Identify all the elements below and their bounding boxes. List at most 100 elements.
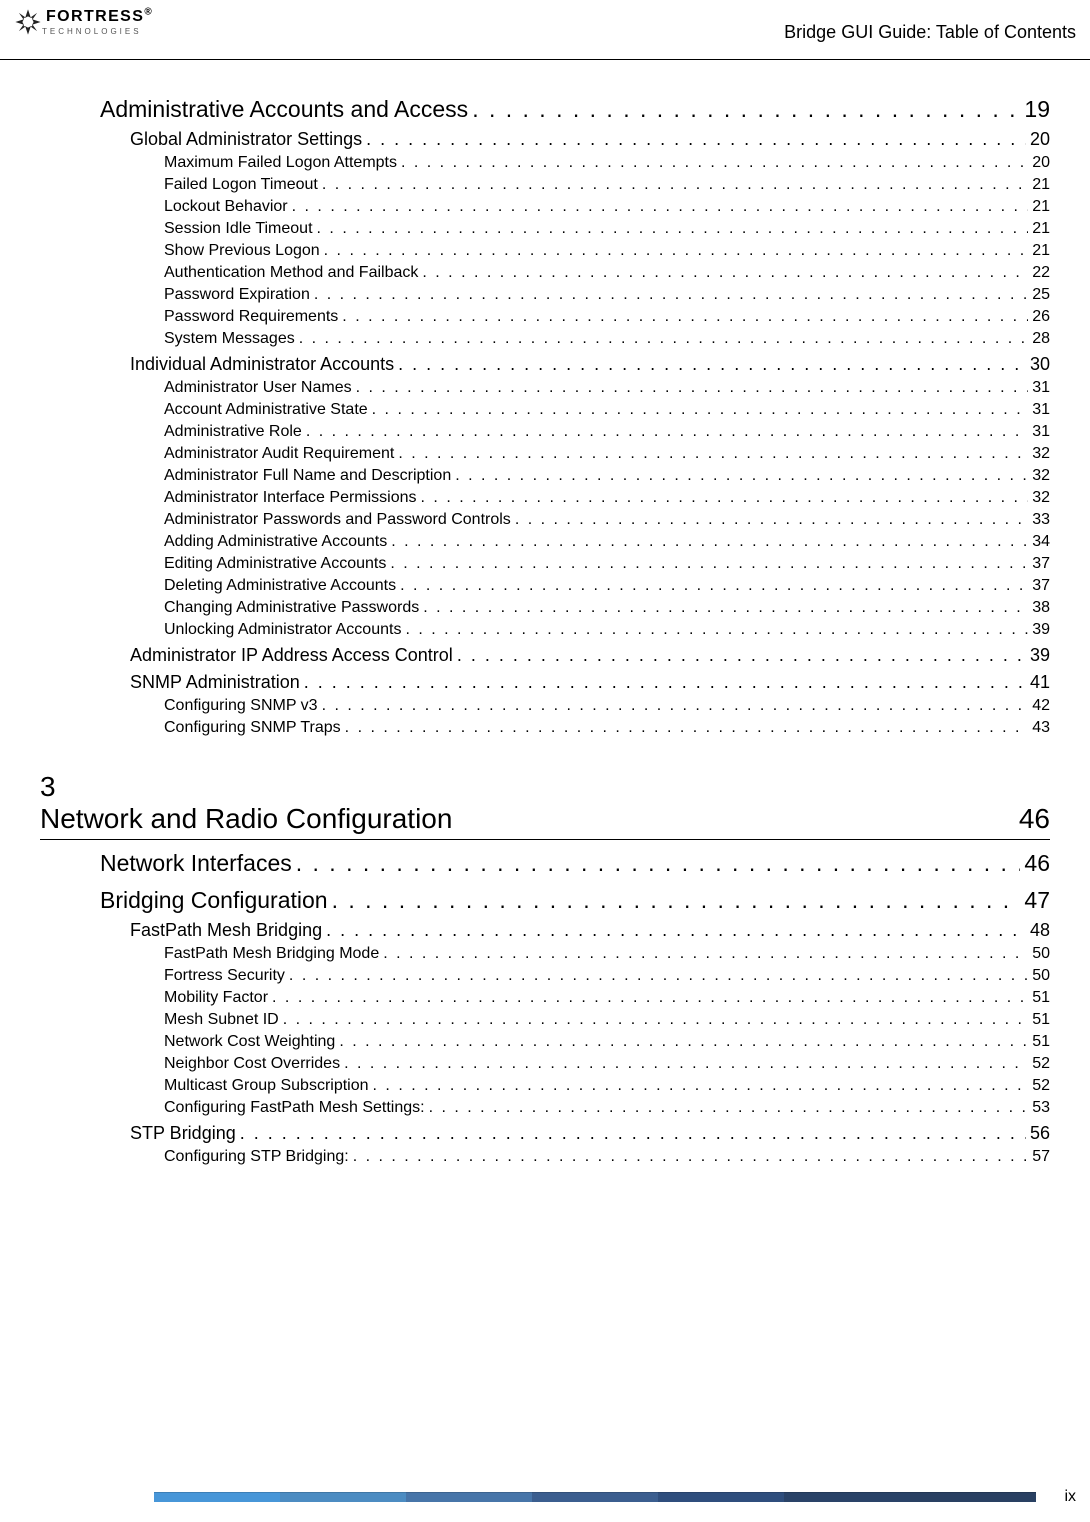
toc-entry[interactable]: Failed Logon Timeout . . . . . . . . . .…: [164, 172, 1050, 194]
toc-leader-dots: . . . . . . . . . . . . . . . . . . . . …: [322, 176, 1028, 194]
toc-entry-title: Neighbor Cost Overrides: [164, 1055, 340, 1073]
toc-entry-page: 43: [1032, 719, 1050, 737]
toc-entry[interactable]: Account Administrative State . . . . . .…: [164, 397, 1050, 419]
toc-entry-page: 52: [1032, 1055, 1050, 1073]
toc-leader-dots: . . . . . . . . . . . . . . . . . . . . …: [373, 1077, 1029, 1095]
toc-entry-page: 21: [1032, 198, 1050, 216]
toc-entry[interactable]: Global Administrator Settings . . . . . …: [130, 123, 1050, 150]
toc-entry-page: 21: [1032, 176, 1050, 194]
toc-entry-page: 32: [1032, 445, 1050, 463]
toc-entry-page: 51: [1032, 1033, 1050, 1051]
toc-entry-title: Administrative Role: [164, 423, 302, 441]
toc-entry[interactable]: Editing Administrative Accounts . . . . …: [164, 551, 1050, 573]
toc-entry[interactable]: Network Cost Weighting . . . . . . . . .…: [164, 1029, 1050, 1051]
toc-list: Network Interfaces . . . . . . . . . . .…: [40, 840, 1050, 1166]
toc-entry[interactable]: Bridging Configuration . . . . . . . . .…: [100, 877, 1050, 914]
toc-entry-title: FastPath Mesh Bridging Mode: [164, 945, 379, 963]
toc-entry-title: Mesh Subnet ID: [164, 1011, 279, 1029]
toc-entry-page: 57: [1032, 1148, 1050, 1166]
toc-entry[interactable]: Unlocking Administrator Accounts . . . .…: [164, 617, 1050, 639]
toc-entry-page: 31: [1032, 401, 1050, 419]
toc-entry[interactable]: Individual Administrator Accounts . . . …: [130, 348, 1050, 375]
toc-leader-dots: . . . . . . . . . . . . . . . . . . . . …: [292, 198, 1029, 216]
toc-entry[interactable]: Mobility Factor . . . . . . . . . . . . …: [164, 985, 1050, 1007]
toc-leader-dots: . . . . . . . . . . . . . . . . . . . . …: [283, 1011, 1028, 1029]
toc-leader-dots: . . . . . . . . . . . . . . . . . . . . …: [423, 599, 1028, 617]
toc-entry[interactable]: System Messages . . . . . . . . . . . . …: [164, 326, 1050, 348]
toc-leader-dots: . . . . . . . . . . . . . . . . . . . . …: [472, 96, 1020, 123]
toc-entry[interactable]: Network Interfaces . . . . . . . . . . .…: [100, 840, 1050, 877]
toc-entry-page: 48: [1030, 920, 1050, 941]
toc-entry[interactable]: Administrator Passwords and Password Con…: [164, 507, 1050, 529]
toc-entry-title: Configuring SNMP Traps: [164, 719, 341, 737]
footer-bar-segment: [658, 1492, 784, 1502]
toc-leader-dots: . . . . . . . . . . . . . . . . . . . . …: [240, 1123, 1026, 1144]
toc-entry[interactable]: Deleting Administrative Accounts . . . .…: [164, 573, 1050, 595]
toc-entry-page: 19: [1024, 96, 1050, 123]
toc-entry-title: Unlocking Administrator Accounts: [164, 621, 401, 639]
toc-entry-page: 42: [1032, 697, 1050, 715]
toc-leader-dots: . . . . . . . . . . . . . . . . . . . . …: [422, 264, 1028, 282]
toc-entry[interactable]: Administrative Role . . . . . . . . . . …: [164, 419, 1050, 441]
toc-entry[interactable]: Password Requirements . . . . . . . . . …: [164, 304, 1050, 326]
toc-entry-title: Mobility Factor: [164, 989, 268, 1007]
toc-entry[interactable]: FastPath Mesh Bridging Mode . . . . . . …: [164, 941, 1050, 963]
toc-leader-dots: . . . . . . . . . . . . . . . . . . . . …: [317, 220, 1029, 238]
toc-entry-page: 20: [1030, 129, 1050, 150]
toc-entry[interactable]: Configuring SNMP v3 . . . . . . . . . . …: [164, 693, 1050, 715]
toc-entry[interactable]: Administrator IP Address Access Control …: [130, 639, 1050, 666]
footer-bar-segment: [280, 1492, 406, 1502]
toc-entry[interactable]: STP Bridging . . . . . . . . . . . . . .…: [130, 1117, 1050, 1144]
page-header: FORTRESS® TECHNOLOGIES Bridge GUI Guide:…: [0, 0, 1090, 60]
toc-entry[interactable]: Lockout Behavior . . . . . . . . . . . .…: [164, 194, 1050, 216]
toc-entry[interactable]: Mesh Subnet ID . . . . . . . . . . . . .…: [164, 1007, 1050, 1029]
toc-leader-dots: . . . . . . . . . . . . . . . . . . . . …: [344, 1055, 1028, 1073]
toc-leader-dots: . . . . . . . . . . . . . . . . . . . . …: [289, 967, 1028, 985]
toc-leader-dots: . . . . . . . . . . . . . . . . . . . . …: [366, 129, 1026, 150]
toc-leader-dots: . . . . . . . . . . . . . . . . . . . . …: [353, 1148, 1029, 1166]
toc-entry[interactable]: Multicast Group Subscription . . . . . .…: [164, 1073, 1050, 1095]
toc-leader-dots: . . . . . . . . . . . . . . . . . . . . …: [306, 423, 1028, 441]
toc-entry-title: Configuring STP Bridging:: [164, 1148, 349, 1166]
toc-entry[interactable]: SNMP Administration . . . . . . . . . . …: [130, 666, 1050, 693]
toc-entry[interactable]: Authentication Method and Failback . . .…: [164, 260, 1050, 282]
toc-entry-title: Password Requirements: [164, 308, 338, 326]
toc-entry[interactable]: Administrator Interface Permissions . . …: [164, 485, 1050, 507]
toc-entry[interactable]: Configuring SNMP Traps . . . . . . . . .…: [164, 715, 1050, 737]
toc-entry-title: Administrative Accounts and Access: [100, 96, 468, 123]
toc-entry-page: 41: [1030, 672, 1050, 693]
toc-entry-page: 25: [1032, 286, 1050, 304]
toc-leader-dots: . . . . . . . . . . . . . . . . . . . . …: [391, 533, 1028, 551]
toc-entry[interactable]: Configuring STP Bridging: . . . . . . . …: [164, 1144, 1050, 1166]
toc-leader-dots: . . . . . . . . . . . . . . . . . . . . …: [356, 379, 1029, 397]
toc-entry[interactable]: Show Previous Logon . . . . . . . . . . …: [164, 238, 1050, 260]
toc-entry-title: Administrator User Names: [164, 379, 352, 397]
toc-entry[interactable]: Configuring FastPath Mesh Settings: . . …: [164, 1095, 1050, 1117]
toc-entry[interactable]: Administrator Audit Requirement . . . . …: [164, 441, 1050, 463]
toc-leader-dots: . . . . . . . . . . . . . . . . . . . . …: [322, 697, 1029, 715]
toc-entry[interactable]: FastPath Mesh Bridging . . . . . . . . .…: [130, 914, 1050, 941]
brand-subtitle: TECHNOLOGIES: [42, 27, 153, 36]
toc-leader-dots: . . . . . . . . . . . . . . . . . . . . …: [405, 621, 1028, 639]
toc-entry-title: Changing Administrative Passwords: [164, 599, 419, 617]
toc-entry-page: 21: [1032, 220, 1050, 238]
toc-entry[interactable]: Maximum Failed Logon Attempts . . . . . …: [164, 150, 1050, 172]
toc-entry[interactable]: Administrative Accounts and Access . . .…: [100, 86, 1050, 123]
toc-entry[interactable]: Adding Administrative Accounts . . . . .…: [164, 529, 1050, 551]
toc-entry-page: 33: [1032, 511, 1050, 529]
toc-leader-dots: . . . . . . . . . . . . . . . . . . . . …: [324, 242, 1029, 260]
toc-entry[interactable]: Administrator Full Name and Description …: [164, 463, 1050, 485]
toc-entry[interactable]: Session Idle Timeout . . . . . . . . . .…: [164, 216, 1050, 238]
toc-entry-title: Deleting Administrative Accounts: [164, 577, 396, 595]
toc-entry[interactable]: Fortress Security . . . . . . . . . . . …: [164, 963, 1050, 985]
toc-leader-dots: . . . . . . . . . . . . . . . . . . . . …: [383, 945, 1028, 963]
toc-entry[interactable]: Neighbor Cost Overrides . . . . . . . . …: [164, 1051, 1050, 1073]
toc-leader-dots: . . . . . . . . . . . . . . . . . . . . …: [398, 445, 1028, 463]
toc-content: Administrative Accounts and Access . . .…: [0, 60, 1090, 1166]
toc-entry[interactable]: Administrator User Names . . . . . . . .…: [164, 375, 1050, 397]
toc-entry[interactable]: Password Expiration . . . . . . . . . . …: [164, 282, 1050, 304]
toc-entry[interactable]: Changing Administrative Passwords . . . …: [164, 595, 1050, 617]
footer-bar-segment: [910, 1492, 1036, 1502]
page-footer: ix: [0, 1492, 1090, 1502]
toc-entry-title: Bridging Configuration: [100, 887, 328, 914]
